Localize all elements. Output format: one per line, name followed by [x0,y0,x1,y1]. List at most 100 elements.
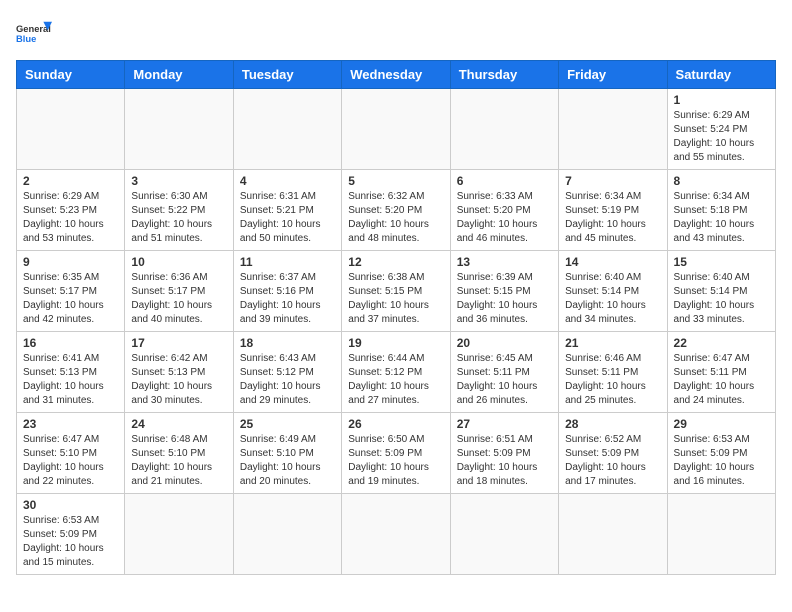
weekday-header: Thursday [450,61,558,89]
day-number: 18 [240,336,335,350]
day-number: 29 [674,417,769,431]
day-number: 13 [457,255,552,269]
calendar-cell: 30Sunrise: 6:53 AM Sunset: 5:09 PM Dayli… [17,494,125,575]
calendar-cell: 8Sunrise: 6:34 AM Sunset: 5:18 PM Daylig… [667,170,775,251]
day-number: 21 [565,336,660,350]
day-info: Sunrise: 6:44 AM Sunset: 5:12 PM Dayligh… [348,352,443,408]
calendar-cell: 14 Sunrise: 6:40 AM Sunset: 5:14 PM Dayli… [559,251,667,332]
weekday-header: Saturday [667,61,775,89]
logo-icon: General Blue [16,16,52,52]
calendar-cell: 23 Sunrise: 6:47 AM Sunset: 5:10 PM Dayli… [17,413,125,494]
day-number: 12 [348,255,443,269]
day-info: Sunrise: 6:47 AM Sunset: 5:11 PM Dayligh… [674,352,769,408]
day-number: 28 [565,417,660,431]
calendar-cell: 4 Sunrise: 6:31 AM Sunset: 5:21 PM Daylig… [233,170,341,251]
calendar-cell [233,89,341,170]
day-number: 14 [565,255,660,269]
day-number: 4 [240,174,335,188]
header: General Blue [16,16,776,52]
calendar-cell: 12 Sunrise: 6:38 AM Sunset: 5:15 PM Dayli… [342,251,450,332]
calendar-cell: 7Sunrise: 6:34 AM Sunset: 5:19 PM Daylig… [559,170,667,251]
calendar-cell: 26 Sunrise: 6:50 AM Sunset: 5:09 PM Dayli… [342,413,450,494]
day-info: Sunrise: 6:51 AM Sunset: 5:09 PM Dayligh… [457,433,552,489]
day-number: 3 [131,174,226,188]
day-number: 6 [457,174,552,188]
calendar-cell: 19 Sunrise: 6:44 AM Sunset: 5:12 PM Dayli… [342,332,450,413]
weekday-header: Wednesday [342,61,450,89]
calendar-week-row: 1 Sunrise: 6:29 AM Sunset: 5:24 PM Daylig… [17,89,776,170]
calendar-cell [125,89,233,170]
day-info: Sunrise: 6:50 AM Sunset: 5:09 PM Dayligh… [348,433,443,489]
day-number: 19 [348,336,443,350]
calendar-cell [667,494,775,575]
weekday-header: Tuesday [233,61,341,89]
day-info: Sunrise: 6:32 AM Sunset: 5:20 PM Dayligh… [348,190,443,246]
day-number: 24 [131,417,226,431]
calendar-cell: 29Sunrise: 6:53 AM Sunset: 5:09 PM Dayli… [667,413,775,494]
logo: General Blue [16,16,56,52]
calendar-cell: 22 Sunrise: 6:47 AM Sunset: 5:11 PM Dayli… [667,332,775,413]
calendar-week-row: 2 Sunrise: 6:29 AM Sunset: 5:23 PM Daylig… [17,170,776,251]
calendar-cell: 6 Sunrise: 6:33 AM Sunset: 5:20 PM Daylig… [450,170,558,251]
calendar-cell: 18 Sunrise: 6:43 AM Sunset: 5:12 PM Dayli… [233,332,341,413]
calendar-body: 1 Sunrise: 6:29 AM Sunset: 5:24 PM Daylig… [17,89,776,575]
calendar-cell [450,89,558,170]
calendar-week-row: 16Sunrise: 6:41 AM Sunset: 5:13 PM Dayli… [17,332,776,413]
day-info: Sunrise: 6:53 AM Sunset: 5:09 PM Dayligh… [23,514,118,570]
calendar-cell: 3Sunrise: 6:30 AM Sunset: 5:22 PM Daylig… [125,170,233,251]
calendar-cell: 16Sunrise: 6:41 AM Sunset: 5:13 PM Dayli… [17,332,125,413]
day-info: Sunrise: 6:29 AM Sunset: 5:23 PM Dayligh… [23,190,118,246]
day-number: 23 [23,417,118,431]
day-number: 8 [674,174,769,188]
day-number: 26 [348,417,443,431]
calendar-week-row: 30Sunrise: 6:53 AM Sunset: 5:09 PM Dayli… [17,494,776,575]
day-info: Sunrise: 6:41 AM Sunset: 5:13 PM Dayligh… [23,352,118,408]
day-info: Sunrise: 6:47 AM Sunset: 5:10 PM Dayligh… [23,433,118,489]
calendar-cell: 9Sunrise: 6:35 AM Sunset: 5:17 PM Daylig… [17,251,125,332]
weekday-row: SundayMondayTuesdayWednesdayThursdayFrid… [17,61,776,89]
calendar-cell [17,89,125,170]
day-number: 11 [240,255,335,269]
day-info: Sunrise: 6:49 AM Sunset: 5:10 PM Dayligh… [240,433,335,489]
day-info: Sunrise: 6:40 AM Sunset: 5:14 PM Dayligh… [565,271,660,327]
day-number: 5 [348,174,443,188]
day-number: 20 [457,336,552,350]
day-info: Sunrise: 6:42 AM Sunset: 5:13 PM Dayligh… [131,352,226,408]
day-info: Sunrise: 6:38 AM Sunset: 5:15 PM Dayligh… [348,271,443,327]
day-info: Sunrise: 6:31 AM Sunset: 5:21 PM Dayligh… [240,190,335,246]
calendar-cell: 20 Sunrise: 6:45 AM Sunset: 5:11 PM Dayli… [450,332,558,413]
calendar-cell [125,494,233,575]
day-number: 7 [565,174,660,188]
calendar-cell: 17 Sunrise: 6:42 AM Sunset: 5:13 PM Dayli… [125,332,233,413]
day-info: Sunrise: 6:43 AM Sunset: 5:12 PM Dayligh… [240,352,335,408]
day-info: Sunrise: 6:39 AM Sunset: 5:15 PM Dayligh… [457,271,552,327]
day-info: Sunrise: 6:52 AM Sunset: 5:09 PM Dayligh… [565,433,660,489]
day-number: 1 [674,93,769,107]
calendar-cell: 10 Sunrise: 6:36 AM Sunset: 5:17 PM Dayli… [125,251,233,332]
calendar-cell: 5 Sunrise: 6:32 AM Sunset: 5:20 PM Daylig… [342,170,450,251]
day-info: Sunrise: 6:46 AM Sunset: 5:11 PM Dayligh… [565,352,660,408]
day-info: Sunrise: 6:33 AM Sunset: 5:20 PM Dayligh… [457,190,552,246]
calendar-cell: 27 Sunrise: 6:51 AM Sunset: 5:09 PM Dayli… [450,413,558,494]
calendar-cell: 21 Sunrise: 6:46 AM Sunset: 5:11 PM Dayli… [559,332,667,413]
calendar-cell: 25Sunrise: 6:49 AM Sunset: 5:10 PM Dayli… [233,413,341,494]
day-info: Sunrise: 6:36 AM Sunset: 5:17 PM Dayligh… [131,271,226,327]
weekday-header: Monday [125,61,233,89]
svg-text:Blue: Blue [16,34,36,44]
calendar-cell [559,494,667,575]
calendar-cell: 11 Sunrise: 6:37 AM Sunset: 5:16 PM Dayli… [233,251,341,332]
calendar-cell [233,494,341,575]
calendar-cell: 24Sunrise: 6:48 AM Sunset: 5:10 PM Dayli… [125,413,233,494]
calendar-cell: 1 Sunrise: 6:29 AM Sunset: 5:24 PM Daylig… [667,89,775,170]
day-number: 10 [131,255,226,269]
day-number: 17 [131,336,226,350]
day-info: Sunrise: 6:29 AM Sunset: 5:24 PM Dayligh… [674,109,769,165]
day-number: 2 [23,174,118,188]
day-number: 27 [457,417,552,431]
day-number: 22 [674,336,769,350]
day-number: 9 [23,255,118,269]
calendar-cell: 15Sunrise: 6:40 AM Sunset: 5:14 PM Dayli… [667,251,775,332]
day-info: Sunrise: 6:37 AM Sunset: 5:16 PM Dayligh… [240,271,335,327]
day-number: 15 [674,255,769,269]
day-info: Sunrise: 6:45 AM Sunset: 5:11 PM Dayligh… [457,352,552,408]
